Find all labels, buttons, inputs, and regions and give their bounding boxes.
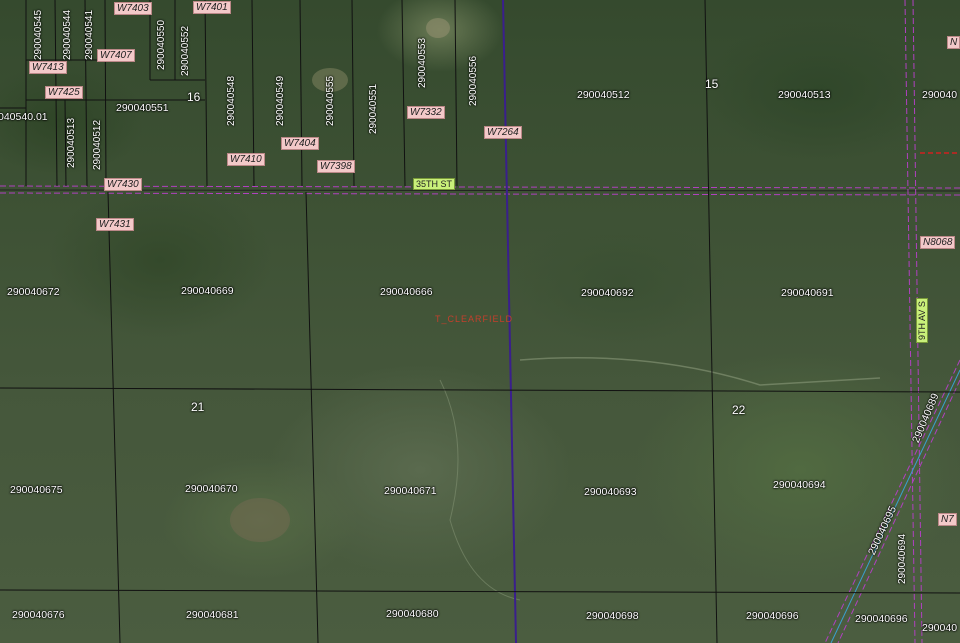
parcel-label[interactable]: 290040666	[380, 286, 433, 298]
parcel-label[interactable]: 290040696	[746, 610, 799, 622]
parcel-label[interactable]: 040540.01	[0, 111, 48, 123]
parcel-label[interactable]: 290040672	[7, 286, 60, 298]
aerial-parcel-map[interactable]: 16 15 21 22 T_CLEARFIELD 35TH ST 9TH AV …	[0, 0, 960, 643]
parcel-label[interactable]: 290040692	[581, 287, 634, 299]
address-label[interactable]: W7413	[29, 61, 67, 74]
parcel-label[interactable]: 290040548	[226, 76, 237, 126]
address-label[interactable]: N8068	[920, 236, 956, 249]
town-label: T_CLEARFIELD	[435, 314, 514, 324]
parcel-label[interactable]: 290040553	[417, 38, 428, 88]
parcel-label[interactable]: 290040513	[778, 89, 831, 101]
parcel-label[interactable]: 290040681	[186, 609, 239, 621]
parcel-label[interactable]: 290040	[922, 622, 957, 634]
address-label[interactable]: W7403	[114, 2, 152, 15]
parcel-label[interactable]: 290040698	[586, 610, 639, 622]
address-label[interactable]: W7404	[281, 137, 319, 150]
section-number: 22	[732, 403, 746, 417]
trail	[439, 379, 521, 601]
address-label[interactable]: W7431	[96, 218, 134, 231]
section-number: 16	[187, 90, 201, 104]
road-35th-st-line	[0, 192, 960, 196]
parcel-label[interactable]: 290040675	[10, 484, 63, 496]
parcel-boundary	[107, 191, 121, 643]
parcel-label[interactable]: 290040551	[368, 84, 379, 134]
parcel-label[interactable]: 290040671	[384, 485, 437, 497]
parcel-boundary	[704, 0, 718, 643]
road-label[interactable]: 9TH AV S	[916, 298, 928, 343]
trail	[519, 357, 881, 386]
parcel-label[interactable]: 290040555	[325, 76, 336, 126]
address-label[interactable]: W7398	[317, 160, 355, 173]
address-label[interactable]: W7264	[484, 126, 522, 139]
parcel-label[interactable]: 290040552	[180, 26, 191, 76]
address-label[interactable]: N	[947, 36, 960, 49]
section-number: 21	[191, 400, 205, 414]
parcel-label[interactable]: 290040	[922, 89, 957, 101]
parcel-boundary	[0, 387, 960, 393]
parcel-label[interactable]: 290040513	[66, 118, 77, 168]
parcel-label[interactable]: 290040669	[181, 285, 234, 297]
parcel-label[interactable]: 290040545	[33, 10, 44, 60]
parcel-label[interactable]: 290040556	[468, 56, 479, 106]
address-label[interactable]: W7425	[45, 86, 83, 99]
parcel-label[interactable]: 290040549	[275, 76, 286, 126]
parcel-label[interactable]: 290040676	[12, 609, 65, 621]
parcel-label[interactable]: 290040512	[92, 120, 103, 170]
parcel-label[interactable]: 290040541	[84, 10, 95, 60]
address-label[interactable]: W7430	[104, 178, 142, 191]
diagonal-road-line	[824, 359, 960, 643]
road-35th-st-line	[0, 185, 960, 189]
road-centerline	[0, 189, 960, 192]
address-label[interactable]: W7410	[227, 153, 265, 166]
address-label[interactable]: W7332	[407, 106, 445, 119]
parcel-label[interactable]: 290040694	[897, 534, 908, 584]
parcel-label[interactable]: 290040693	[584, 486, 637, 498]
parcel-label[interactable]: 290040670	[185, 483, 238, 495]
address-label[interactable]: N7	[938, 513, 957, 526]
parcel-label[interactable]: 290040512	[577, 89, 630, 101]
parcel-boundary	[305, 191, 319, 643]
address-label[interactable]: W7401	[193, 1, 231, 14]
parcel-label[interactable]: 290040544	[62, 10, 73, 60]
parcel-label[interactable]: 290040550	[156, 20, 167, 70]
address-label[interactable]: W7407	[97, 49, 135, 62]
parcel-label[interactable]: 290040551	[116, 102, 169, 114]
section-number: 15	[705, 77, 719, 91]
diagonal-road-line	[837, 379, 960, 643]
parcel-label[interactable]: 290040691	[781, 287, 834, 299]
clearing	[426, 18, 450, 38]
parcel-label[interactable]: 290040680	[386, 608, 439, 620]
parcel-boundary	[0, 589, 960, 594]
parcel-label[interactable]: 290040694	[773, 479, 826, 491]
clearing	[230, 498, 290, 542]
road-label[interactable]: 35TH ST	[413, 178, 456, 190]
parcel-label[interactable]: 290040696	[855, 613, 908, 625]
